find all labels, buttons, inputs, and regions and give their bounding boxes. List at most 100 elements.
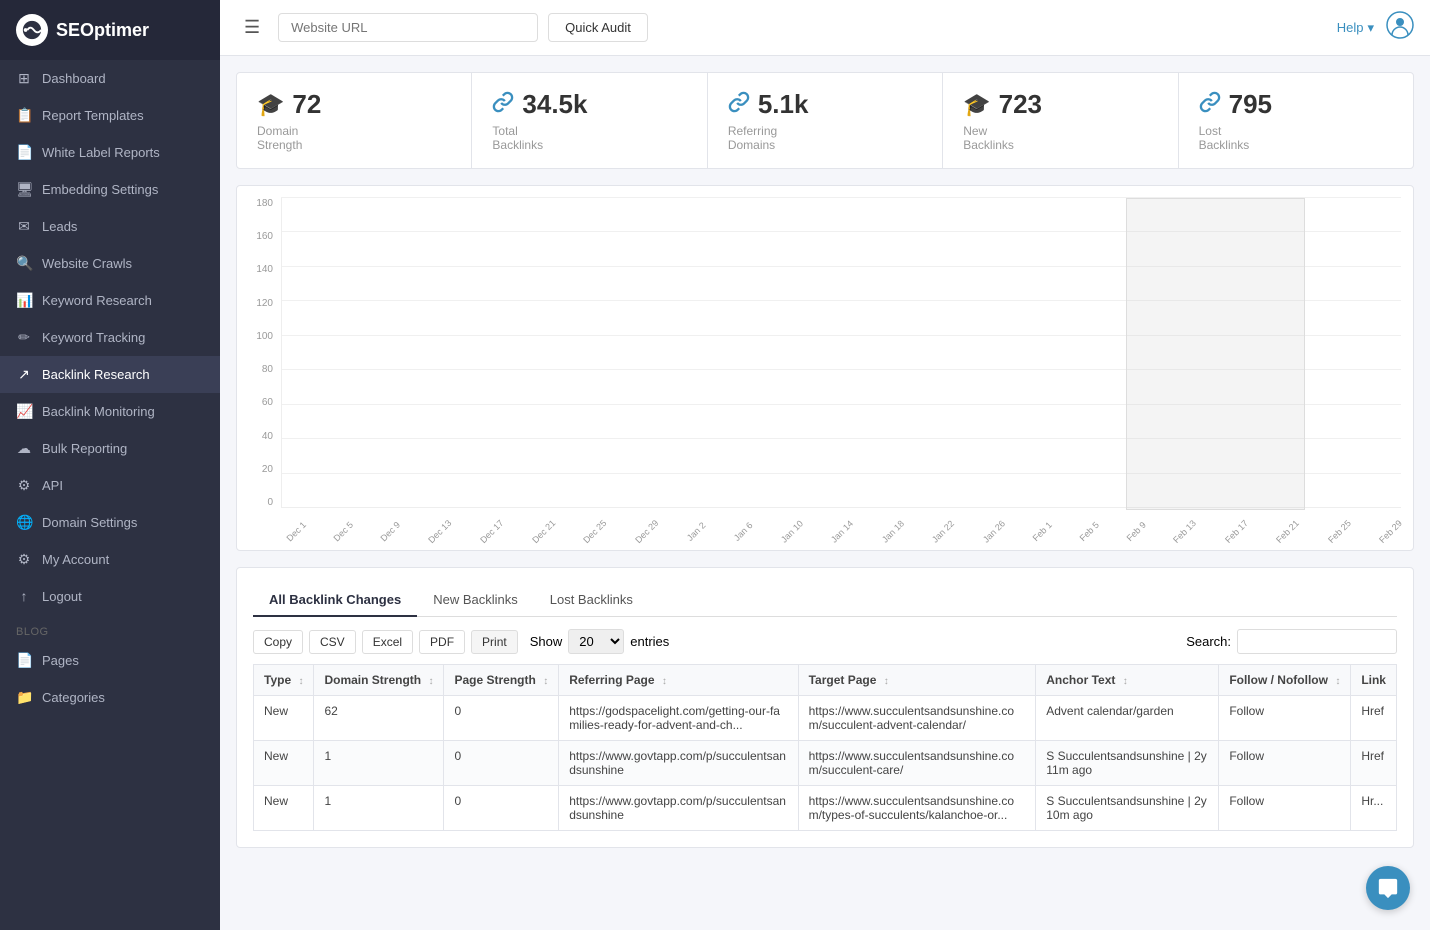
pdf-button[interactable]: PDF xyxy=(419,630,465,654)
y-label: 0 xyxy=(249,497,273,508)
stat-new-backlinks: 🎓 723 NewBacklinks xyxy=(943,73,1178,168)
tab-all-backlink-changes[interactable]: All Backlink Changes xyxy=(253,584,417,617)
sidebar-item-label: Backlink Research xyxy=(42,367,150,382)
sidebar-item-label: Logout xyxy=(42,589,82,604)
sidebar-item-embedding-settings[interactable]: 🖥 Embedding Settings xyxy=(0,171,220,208)
y-label: 60 xyxy=(249,397,273,408)
link-icon-1 xyxy=(492,91,514,119)
sidebar-item-label: White Label Reports xyxy=(42,145,160,160)
type-cell: New xyxy=(254,786,314,831)
csv-button[interactable]: CSV xyxy=(309,630,356,654)
content-area: 🎓 72 DomainStrength 34.5k xyxy=(220,56,1430,930)
follow-cell: Follow xyxy=(1219,786,1351,831)
sidebar-item-keyword-tracking[interactable]: ✏ Keyword Tracking xyxy=(0,319,220,356)
menu-toggle[interactable]: ☰ xyxy=(236,13,268,42)
sidebar-item-label: Keyword Research xyxy=(42,293,152,308)
col-target-page[interactable]: Target Page ↕ xyxy=(798,665,1036,696)
sidebar-item-label: API xyxy=(42,478,63,493)
x-label xyxy=(1101,530,1118,547)
total-backlinks-label: TotalBacklinks xyxy=(492,124,686,152)
sidebar-item-keyword-research[interactable]: 📊 Keyword Research xyxy=(0,282,220,319)
x-label xyxy=(856,530,873,547)
sidebar-item-leads[interactable]: ✉ Leads xyxy=(0,208,220,245)
x-label: Jan 18 xyxy=(880,518,906,544)
sidebar-item-label: Keyword Tracking xyxy=(42,330,145,345)
link-icon-2 xyxy=(728,91,750,119)
lost-backlinks-label: LostBacklinks xyxy=(1199,124,1393,152)
excel-button[interactable]: Excel xyxy=(362,630,413,654)
col-page-strength[interactable]: Page Strength ↕ xyxy=(444,665,559,696)
search-input[interactable] xyxy=(1237,629,1397,654)
help-menu[interactable]: Help ▾ xyxy=(1337,20,1374,36)
sidebar-item-label: Report Templates xyxy=(42,108,144,123)
url-input[interactable] xyxy=(278,13,538,42)
white-label-icon: 📄 xyxy=(16,144,32,161)
x-label xyxy=(708,530,725,547)
x-label: Feb 29 xyxy=(1377,518,1404,545)
entries-select[interactable]: 20 50 100 xyxy=(568,629,624,654)
sidebar-item-categories[interactable]: 📁 Categories xyxy=(0,679,220,716)
copy-button[interactable]: Copy xyxy=(253,630,303,654)
sidebar-item-dashboard[interactable]: ⊞ Dashboard xyxy=(0,60,220,97)
sidebar-item-label: Leads xyxy=(42,219,77,234)
x-label: Dec 1 xyxy=(284,520,308,544)
target-page-cell[interactable]: https://www.succulentsandsunshine.com/su… xyxy=(798,741,1036,786)
sidebar-item-logout[interactable]: ↑ Logout xyxy=(0,578,220,614)
col-link[interactable]: Link xyxy=(1351,665,1397,696)
x-label: Dec 21 xyxy=(530,518,557,545)
anchor-text-cell: Advent calendar/garden xyxy=(1036,696,1219,741)
new-backlinks-label: NewBacklinks xyxy=(963,124,1157,152)
x-label: Feb 17 xyxy=(1223,518,1250,545)
col-follow-nofollow[interactable]: Follow / Nofollow ↕ xyxy=(1219,665,1351,696)
print-button[interactable]: Print xyxy=(471,630,518,654)
target-page-cell[interactable]: https://www.succulentsandsunshine.com/ty… xyxy=(798,786,1036,831)
backlink-chart: 020406080100120140160180 Dec 1Dec 5Dec 9… xyxy=(236,185,1414,551)
chat-button[interactable] xyxy=(1366,866,1410,910)
x-label xyxy=(805,530,822,547)
x-label xyxy=(454,530,471,547)
sidebar-item-label: Website Crawls xyxy=(42,256,132,271)
sort-icon: ↕ xyxy=(662,676,667,687)
sidebar-item-report-templates[interactable]: 📋 Report Templates xyxy=(0,97,220,134)
stat-domain-strength: 🎓 72 DomainStrength xyxy=(237,73,472,168)
topbar-right: Help ▾ xyxy=(1337,11,1414,45)
col-anchor-text[interactable]: Anchor Text ↕ xyxy=(1036,665,1219,696)
sort-icon: ↕ xyxy=(1123,676,1128,687)
x-label xyxy=(957,530,974,547)
referring-page-cell[interactable]: https://www.govtapp.com/p/succulentsands… xyxy=(559,786,798,831)
x-label: Feb 25 xyxy=(1326,518,1353,545)
tab-new-backlinks[interactable]: New Backlinks xyxy=(417,584,534,617)
col-domain-strength[interactable]: Domain Strength ↕ xyxy=(314,665,444,696)
report-templates-icon: 📋 xyxy=(16,107,32,124)
sort-icon: ↕ xyxy=(884,676,889,687)
x-label xyxy=(1147,530,1164,547)
sidebar-logo[interactable]: SEOptimer xyxy=(0,0,220,60)
referring-page-cell[interactable]: https://godspacelight.com/getting-our-fa… xyxy=(559,696,798,741)
sidebar-item-backlink-research[interactable]: ↗ Backlink Research xyxy=(0,356,220,393)
referring-page-cell[interactable]: https://www.govtapp.com/p/succulentsands… xyxy=(559,741,798,786)
x-label xyxy=(355,530,372,547)
help-label: Help xyxy=(1337,20,1364,35)
referring-domains-label: ReferringDomains xyxy=(728,124,922,152)
sidebar-item-pages[interactable]: 📄 Pages xyxy=(0,642,220,679)
sidebar-item-domain-settings[interactable]: 🌐 Domain Settings xyxy=(0,504,220,541)
col-referring-page[interactable]: Referring Page ↕ xyxy=(559,665,798,696)
sidebar-item-api[interactable]: ⚙ API xyxy=(0,467,220,504)
user-icon[interactable] xyxy=(1386,11,1414,45)
y-label: 180 xyxy=(249,198,273,209)
backlinks-table: Type ↕ Domain Strength ↕ Page Strength ↕… xyxy=(253,664,1397,831)
col-type[interactable]: Type ↕ xyxy=(254,665,314,696)
tab-lost-backlinks[interactable]: Lost Backlinks xyxy=(534,584,649,617)
sidebar-item-backlink-monitoring[interactable]: 📈 Backlink Monitoring xyxy=(0,393,220,430)
sidebar-item-bulk-reporting[interactable]: ☁ Bulk Reporting xyxy=(0,430,220,467)
topbar: ☰ Quick Audit Help ▾ xyxy=(220,0,1430,56)
keyword-research-icon: 📊 xyxy=(16,292,32,309)
sort-icon: ↕ xyxy=(1335,676,1340,687)
main-area: ☰ Quick Audit Help ▾ 🎓 72 xyxy=(220,0,1430,930)
sidebar-item-white-label[interactable]: 📄 White Label Reports xyxy=(0,134,220,171)
sidebar-nav: ⊞ Dashboard 📋 Report Templates 📄 White L… xyxy=(0,60,220,716)
quick-audit-button[interactable]: Quick Audit xyxy=(548,13,648,42)
target-page-cell[interactable]: https://www.succulentsandsunshine.com/su… xyxy=(798,696,1036,741)
sidebar-item-website-crawls[interactable]: 🔍 Website Crawls xyxy=(0,245,220,282)
sidebar-item-my-account[interactable]: ⚙ My Account xyxy=(0,541,220,578)
